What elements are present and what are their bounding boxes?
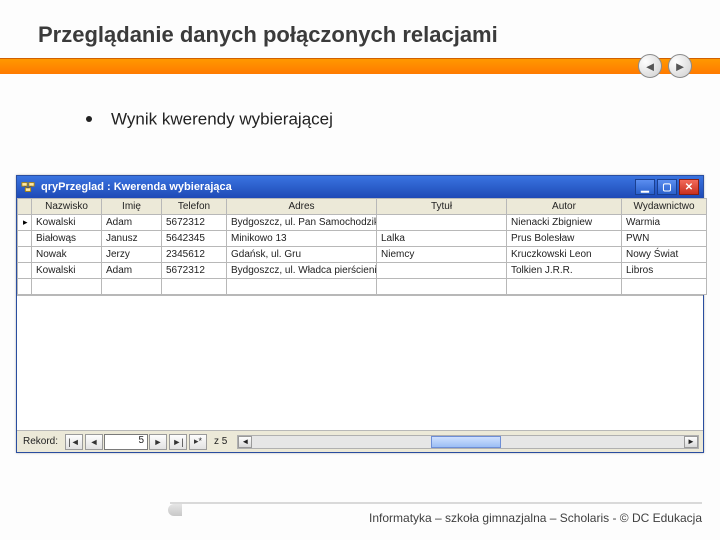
cell[interactable]: PWN — [622, 231, 707, 247]
next-record-button[interactable]: ► — [149, 434, 167, 450]
scroll-right-button[interactable]: ► — [684, 436, 698, 448]
row-selector[interactable] — [18, 247, 32, 263]
cell[interactable]: Libros — [622, 263, 707, 279]
cell[interactable]: Kowalski — [32, 215, 102, 231]
cell[interactable] — [377, 279, 507, 295]
cell[interactable] — [622, 279, 707, 295]
scroll-thumb[interactable] — [431, 436, 501, 448]
prev-slide-button[interactable]: ◄ — [638, 54, 662, 78]
slide: Przeglądanie danych połączonych relacjam… — [0, 0, 720, 540]
column-header[interactable]: Tytuł — [377, 199, 507, 215]
prev-record-button[interactable]: ◄ — [85, 434, 103, 450]
slide-title: Przeglądanie danych połączonych relacjam… — [38, 22, 498, 48]
column-header[interactable]: Adres — [227, 199, 377, 215]
row-selector-header[interactable] — [18, 199, 32, 215]
column-header[interactable]: Imię — [102, 199, 162, 215]
cell[interactable]: Minikowo 13 — [227, 231, 377, 247]
cell[interactable]: Prus Bolesław — [507, 231, 622, 247]
cell[interactable]: Tolkien J.R.R. — [507, 263, 622, 279]
cell[interactable]: Warmia — [622, 215, 707, 231]
new-record-button[interactable]: ▸* — [189, 434, 207, 450]
cell[interactable] — [32, 279, 102, 295]
cell[interactable] — [377, 263, 507, 279]
close-button[interactable]: ✕ — [679, 179, 699, 195]
cell[interactable] — [162, 279, 227, 295]
column-header[interactable]: Autor — [507, 199, 622, 215]
record-navigator: Rekord: |◄ ◄ 5 ► ►| ▸* z 5 ◄ ► — [17, 430, 703, 452]
record-label: Rekord: — [17, 436, 64, 447]
footer-text: Informatyka – szkoła gimnazjalna – Schol… — [369, 511, 702, 525]
cell[interactable]: Bydgoszcz, ul. Pan Samochodzik i niesamo… — [227, 215, 377, 231]
cell[interactable]: Bydgoszcz, ul. Władca pierścieni, drużyn… — [227, 263, 377, 279]
window-titlebar[interactable]: qryPrzeglad : Kwerenda wybierająca ▁ ▢ ✕ — [17, 176, 703, 198]
query-datasheet-window: qryPrzeglad : Kwerenda wybierająca ▁ ▢ ✕… — [16, 175, 704, 453]
cell[interactable] — [507, 279, 622, 295]
cell[interactable]: 5672312 — [162, 263, 227, 279]
bullet-item: Wynik kwerendy wybierającej — [86, 108, 333, 129]
slide-footer: Informatyka – szkoła gimnazjalna – Schol… — [170, 502, 702, 526]
datasheet-grid[interactable]: NazwiskoImięTelefonAdresTytułAutorWydawn… — [17, 198, 707, 295]
accent-bar — [0, 58, 720, 74]
footer-cap-icon — [168, 504, 182, 516]
cell[interactable]: Janusz — [102, 231, 162, 247]
maximize-button[interactable]: ▢ — [657, 179, 677, 195]
cell[interactable]: Nowy Świat — [622, 247, 707, 263]
row-selector[interactable] — [18, 231, 32, 247]
cell[interactable]: Niemcy — [377, 247, 507, 263]
bullet-icon — [86, 116, 92, 122]
cell[interactable]: Gdańsk, ul. Gru — [227, 247, 377, 263]
cell[interactable]: 2345612 — [162, 247, 227, 263]
cell[interactable]: 5672312 — [162, 215, 227, 231]
cell[interactable]: Kowalski — [32, 263, 102, 279]
column-header[interactable]: Telefon — [162, 199, 227, 215]
row-selector[interactable] — [18, 263, 32, 279]
query-icon — [21, 180, 35, 194]
row-selector[interactable] — [18, 215, 32, 231]
column-header[interactable]: Wydawnictwo — [622, 199, 707, 215]
last-record-button[interactable]: ►| — [169, 434, 187, 450]
cell[interactable]: 5642345 — [162, 231, 227, 247]
bullet-text: Wynik kwerendy wybierającej — [111, 109, 333, 128]
horizontal-scrollbar[interactable]: ◄ ► — [237, 435, 699, 449]
row-selector[interactable] — [18, 279, 32, 295]
cell[interactable] — [377, 215, 507, 231]
cell[interactable]: Adam — [102, 215, 162, 231]
cell[interactable]: Nienacki Zbigniew — [507, 215, 622, 231]
record-number-input[interactable]: 5 — [104, 434, 148, 450]
cell[interactable]: Jerzy — [102, 247, 162, 263]
cell[interactable]: Lalka — [377, 231, 507, 247]
cell[interactable] — [227, 279, 377, 295]
cell[interactable] — [102, 279, 162, 295]
window-title: qryPrzeglad : Kwerenda wybierająca — [41, 181, 232, 193]
cell[interactable]: Białowąs — [32, 231, 102, 247]
record-total-label: z 5 — [208, 436, 233, 447]
cell[interactable]: Adam — [102, 263, 162, 279]
scroll-left-button[interactable]: ◄ — [238, 436, 252, 448]
grid-empty-area — [17, 295, 703, 430]
minimize-button[interactable]: ▁ — [635, 179, 655, 195]
cell[interactable]: Nowak — [32, 247, 102, 263]
first-record-button[interactable]: |◄ — [65, 434, 83, 450]
cell[interactable]: Kruczkowski Leon — [507, 247, 622, 263]
next-slide-button[interactable]: ► — [668, 54, 692, 78]
column-header[interactable]: Nazwisko — [32, 199, 102, 215]
